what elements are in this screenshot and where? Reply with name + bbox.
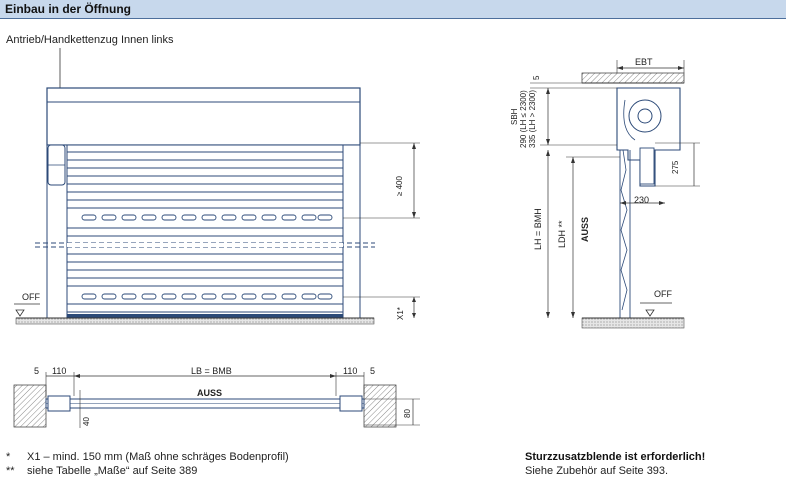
side-floor: [581, 317, 685, 329]
sbh-290-label: 290 (LH ≤ 2300): [519, 90, 528, 148]
dim-275-label: 275: [671, 160, 680, 174]
footnote-2-text: siehe Tabelle „Maße“ auf Seite 389: [27, 465, 198, 477]
footnote-1-mark: *: [6, 451, 11, 463]
installation-drawing: [13, 48, 700, 428]
plan-auss-label: AUSS: [197, 388, 223, 398]
plan-lb-label: LB = BMB: [191, 366, 232, 376]
front-off-label: OFF: [22, 292, 40, 302]
side-view: [530, 60, 700, 329]
side-auss-label: AUSS: [580, 216, 590, 242]
dim-5-label: 5: [532, 75, 541, 80]
plan-view: [13, 372, 420, 428]
notice-bold: Sturzzusatzblende ist erforderlich!: [525, 451, 706, 463]
plan-dim-110-left: 110: [52, 366, 67, 376]
footnote-1-text: X1 – mind. 150 mm (Maß ohne schräges Bod…: [27, 451, 289, 463]
left-wall: [13, 384, 47, 428]
plan-dim-5-left: 5: [34, 366, 40, 376]
dim-400-label: ≥ 400: [395, 176, 404, 196]
sbh-335-label: 335 (LH > 2300): [528, 89, 537, 148]
dim-x1-label: X1*: [396, 307, 405, 320]
lh-label: LH = BMH: [533, 208, 543, 250]
plan-dim-5-right: 5: [370, 366, 376, 376]
sbh-label: SBH: [510, 108, 519, 125]
plan-dim-110-right: 110: [343, 366, 358, 376]
door-curtain: [66, 144, 344, 319]
right-guide: [342, 144, 361, 319]
ebt-label: EBT: [635, 57, 653, 67]
dim-230-label: 230: [634, 195, 650, 205]
off-marker: [15, 309, 25, 317]
plan-dim-80: 80: [403, 409, 412, 418]
bottom-rail: [67, 314, 343, 318]
plan-right-guide: [339, 395, 363, 412]
floor: [15, 317, 375, 325]
plan-dim-40: 40: [82, 417, 91, 426]
side-off-marker: [645, 309, 655, 317]
notice-text: Siehe Zubehör auf Seite 393.: [525, 465, 669, 477]
drive-label: Antrieb/Handkettenzug Innen links: [6, 34, 174, 46]
front-view: [14, 48, 420, 325]
roller-box: [46, 87, 361, 146]
ceiling-lintel: [581, 72, 685, 84]
footnote-2-mark: **: [6, 465, 15, 477]
right-wall: [363, 384, 397, 428]
ldh-label: LDH **: [557, 220, 567, 248]
side-off-label: OFF: [654, 289, 672, 299]
plan-left-guide: [47, 395, 71, 412]
